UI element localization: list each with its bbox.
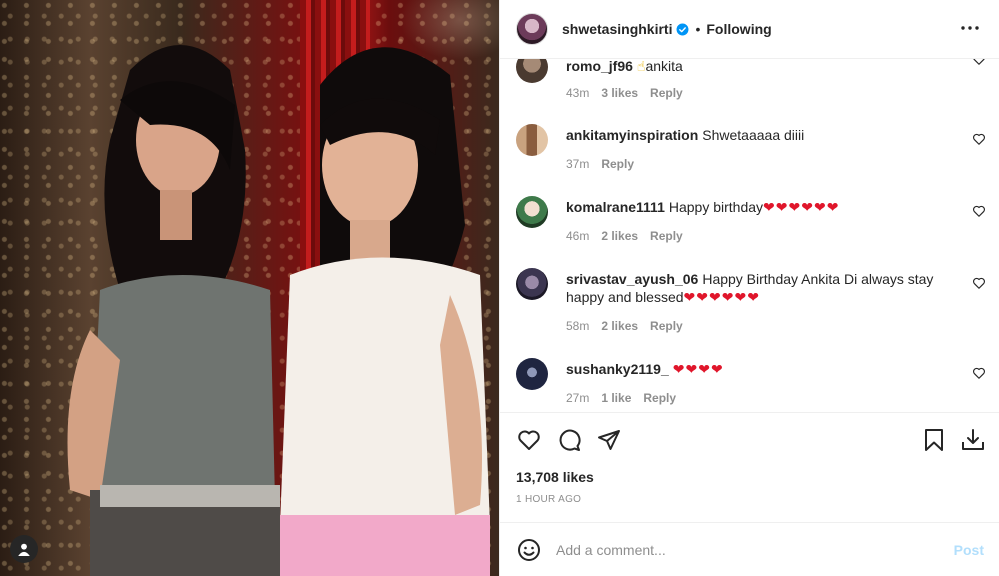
share-icon[interactable] [596, 427, 622, 453]
bookmark-icon[interactable] [921, 427, 947, 453]
comment-meta: 46m 2 likes Reply [566, 229, 683, 243]
comment-like-heart-icon[interactable] [972, 59, 986, 66]
comment-username[interactable]: sushanky2119_ [566, 361, 669, 377]
comment-input[interactable] [556, 541, 936, 558]
comment-composer: Post [500, 522, 999, 576]
tagged-users-icon[interactable] [10, 535, 38, 563]
comment-username[interactable]: romo_jf96 [566, 59, 633, 74]
comment-meta: 27m 1 like Reply [566, 391, 676, 405]
comment-like-heart-icon[interactable] [972, 132, 986, 146]
comment-time: 37m [566, 157, 590, 171]
comment-avatar[interactable] [516, 124, 548, 156]
comment-message: ankita [645, 59, 683, 74]
comment-hearts-emoji: ❤❤❤❤❤❤ [763, 199, 840, 215]
reply-button[interactable]: Reply [650, 319, 683, 333]
comment-likes[interactable]: 1 like [601, 391, 631, 405]
post-actions: 13,708 likes 1 HOUR AGO [500, 412, 999, 522]
comment-avatar[interactable] [516, 196, 548, 228]
post-comment-button[interactable]: Post [954, 542, 984, 558]
comment-message: Shwetaaaaa diiii [702, 127, 805, 143]
verified-badge-icon [676, 23, 689, 36]
comment-message: Happy birthday [668, 199, 764, 215]
likes-count[interactable]: 13,708 likes [516, 469, 594, 485]
comment-likes[interactable]: 2 likes [601, 229, 638, 243]
comment-text: komalrane1111 Happy birthday❤❤❤❤❤❤ [566, 198, 946, 216]
comment-username[interactable]: komalrane1111 [566, 199, 665, 215]
comment-time: 46m [566, 229, 590, 243]
comment-like-heart-icon[interactable] [972, 276, 986, 290]
comment-like-heart-icon[interactable] [972, 366, 986, 380]
comment-text: sushanky2119_ ❤❤❤❤ [566, 360, 946, 378]
comment-meta: 37m Reply [566, 157, 634, 171]
comment-icon[interactable] [556, 427, 582, 453]
comment-meta: 58m 2 likes Reply [566, 319, 683, 333]
comment-likes[interactable]: 3 likes [601, 86, 638, 100]
post-timestamp: 1 HOUR AGO [516, 494, 582, 505]
following-button[interactable]: Following [706, 21, 771, 37]
comment-time: 43m [566, 86, 590, 100]
author-username[interactable]: shwetasinghkirti [562, 21, 672, 37]
reply-button[interactable]: Reply [643, 391, 676, 405]
comments-list[interactable]: romo_jf96 ☝ankita 43m 3 likes Reply ankit… [500, 59, 999, 412]
comment-meta: 43m 3 likes Reply [566, 86, 683, 100]
download-icon[interactable] [960, 427, 986, 453]
header-separator: • [695, 21, 701, 37]
comment-text: romo_jf96 ☝ankita [566, 59, 946, 75]
comment-avatar[interactable] [516, 268, 548, 300]
comment-text: ankitamyinspiration Shwetaaaaa diiii [566, 126, 946, 144]
reply-button[interactable]: Reply [601, 157, 634, 171]
comment-time: 58m [566, 319, 590, 333]
photo-person-right [280, 47, 490, 576]
comment-hearts-emoji: ❤❤❤❤ [672, 361, 724, 377]
comment-avatar[interactable] [516, 59, 548, 83]
more-options-icon[interactable] [960, 18, 980, 38]
comment-username[interactable]: srivastav_ayush_06 [566, 271, 698, 287]
comment-like-heart-icon[interactable] [972, 204, 986, 218]
reply-button[interactable]: Reply [650, 229, 683, 243]
post-photo[interactable] [0, 0, 499, 576]
reply-button[interactable]: Reply [650, 86, 683, 100]
author-avatar[interactable] [516, 13, 548, 45]
heart-icon[interactable] [516, 427, 542, 453]
comment-time: 27m [566, 391, 590, 405]
comment-likes[interactable]: 2 likes [601, 319, 638, 333]
emoji-icon[interactable] [516, 537, 542, 563]
post-side-panel: shwetasinghkirti • Following romo_jf96 ☝a… [499, 0, 999, 576]
comment-text: srivastav_ayush_06 Happy Birthday Ankita … [566, 270, 946, 306]
post-header: shwetasinghkirti • Following [500, 0, 999, 59]
comment-hearts-emoji: ❤❤❤❤❤❤ [683, 289, 760, 305]
comment-avatar[interactable] [516, 358, 548, 390]
comment-username[interactable]: ankitamyinspiration [566, 127, 698, 143]
